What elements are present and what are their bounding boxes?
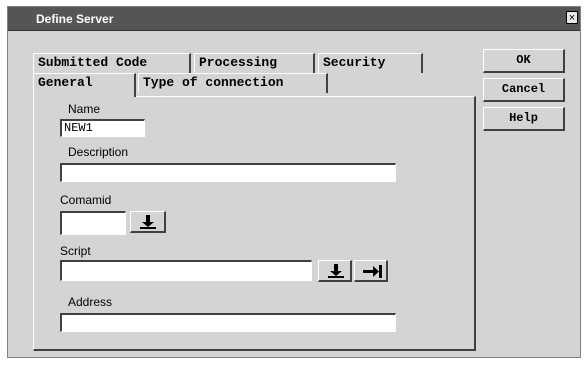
name-field[interactable]: NEW1 [60, 119, 145, 137]
browse-down-icon [140, 215, 156, 229]
title-bar: Define Server × [8, 7, 580, 31]
define-server-dialog: Define Server × Submitted Code Processin… [7, 6, 581, 358]
tab-general[interactable]: General [33, 73, 136, 97]
tab-type-of-connection[interactable]: Type of connection [138, 73, 328, 93]
comamid-field[interactable] [60, 211, 126, 235]
tab-label: Submitted Code [38, 55, 148, 70]
ok-button[interactable]: OK [483, 49, 565, 73]
script-goto-button[interactable] [354, 260, 388, 282]
tab-processing[interactable]: Processing [194, 53, 315, 73]
script-browse-button[interactable] [318, 260, 352, 282]
general-panel: Name NEW1 Description Comamid Script Add… [33, 96, 476, 351]
browse-down-icon [328, 264, 344, 278]
tab-label: Processing [199, 55, 278, 70]
tab-security[interactable]: Security [318, 53, 423, 73]
tab-submitted-code[interactable]: Submitted Code [33, 53, 191, 73]
window-title: Define Server [36, 12, 114, 26]
tab-label: Security [323, 55, 386, 70]
comamid-browse-button[interactable] [130, 211, 166, 233]
cancel-button[interactable]: Cancel [483, 78, 565, 102]
close-icon[interactable]: × [566, 11, 578, 24]
description-field[interactable] [60, 163, 396, 182]
comamid-label: Comamid [60, 193, 112, 207]
tab-label: General [38, 75, 93, 90]
address-field[interactable] [60, 313, 396, 332]
description-label: Description [68, 145, 129, 159]
address-label: Address [68, 295, 113, 309]
script-field[interactable] [60, 260, 312, 281]
tab-label: Type of connection [143, 75, 284, 90]
help-button[interactable]: Help [483, 107, 565, 131]
name-label: Name [68, 102, 101, 116]
arrow-to-bar-icon [363, 265, 382, 278]
script-label: Script [60, 244, 91, 258]
